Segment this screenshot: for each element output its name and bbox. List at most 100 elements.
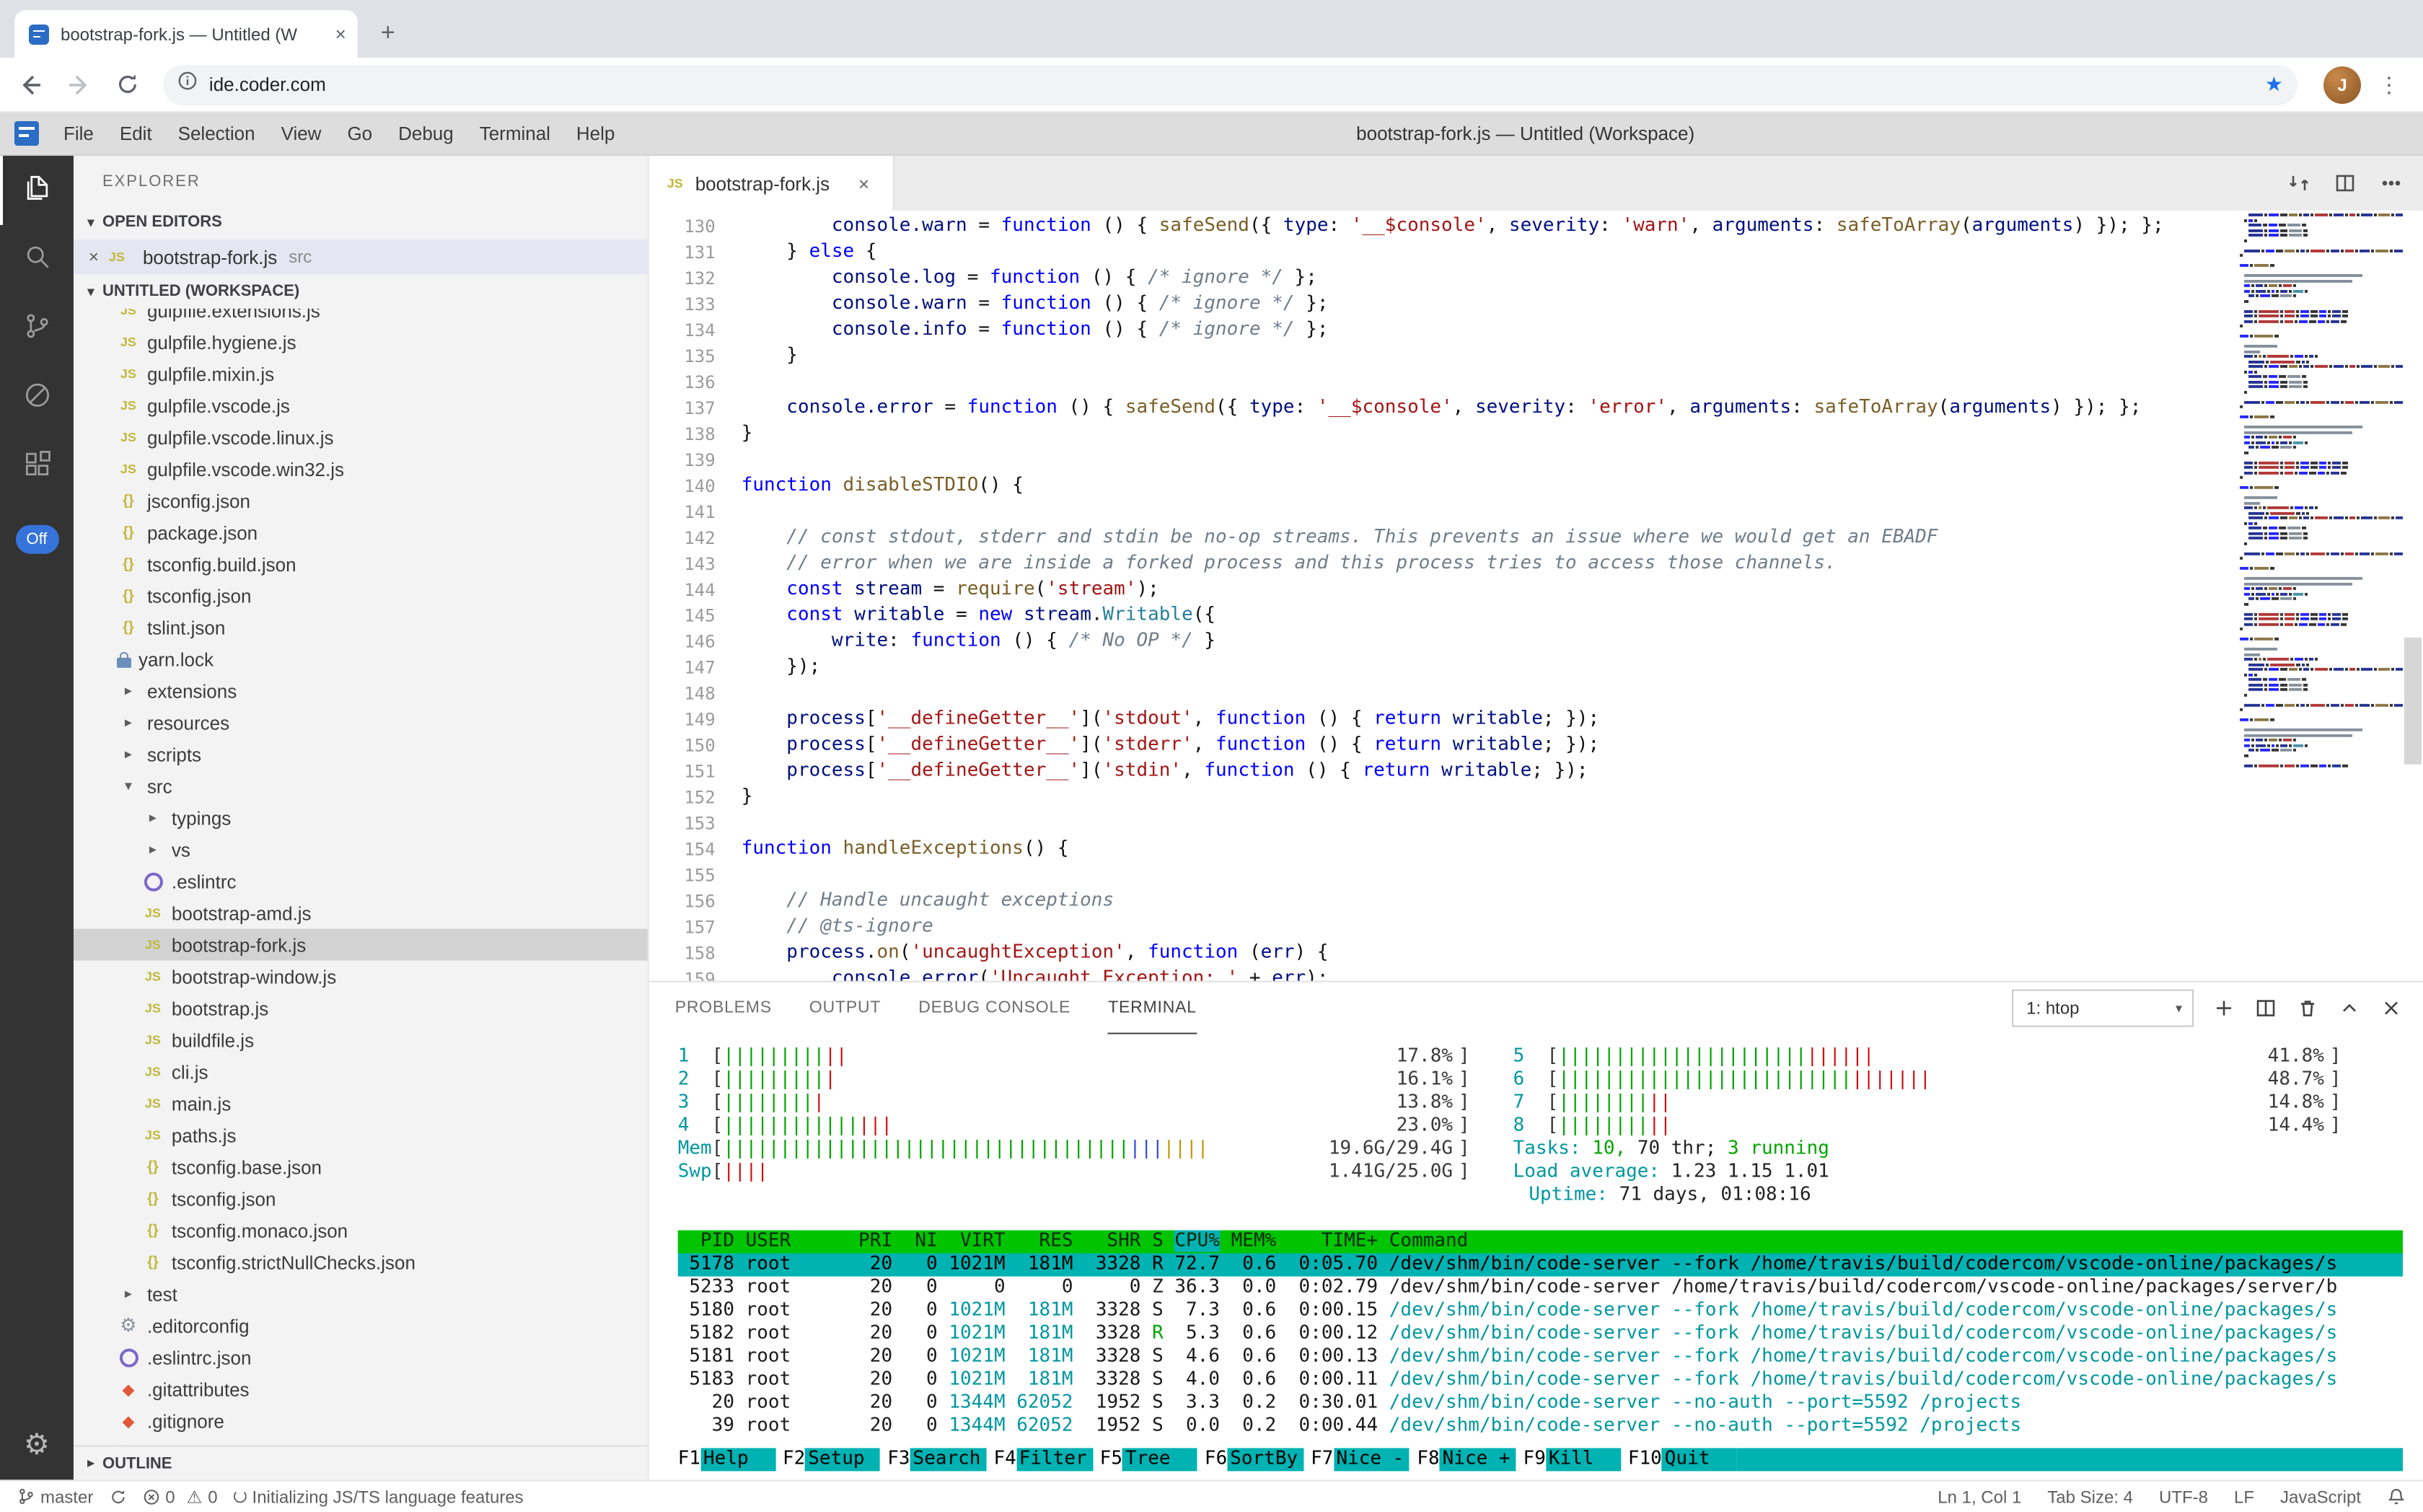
activity-search[interactable] <box>0 225 74 294</box>
close-icon[interactable]: × <box>335 23 346 45</box>
panel-tab-problems[interactable]: PROBLEMS <box>675 983 772 1034</box>
tree-item-.gitignore[interactable]: .gitignore <box>74 1405 648 1436</box>
tree-item-cli.js[interactable]: cli.js <box>74 1056 648 1088</box>
open-editors-header[interactable]: ▾ OPEN EDITORS <box>74 205 648 239</box>
tree-item-paths.js[interactable]: paths.js <box>74 1120 648 1151</box>
git-branch-item[interactable]: master <box>17 1486 93 1506</box>
tree-item-gulpfile.mixin.js[interactable]: gulpfile.mixin.js <box>74 358 648 390</box>
tree-item-gulpfile.vscode.win32.js[interactable]: gulpfile.vscode.win32.js <box>74 453 648 485</box>
split-terminal-icon[interactable] <box>2254 997 2277 1020</box>
activity-debug[interactable] <box>0 364 74 433</box>
browser-menu-icon[interactable]: ⋮ <box>2373 71 2406 97</box>
editor-scrollbar[interactable] <box>2403 211 2423 981</box>
menu-help[interactable]: Help <box>563 122 628 144</box>
tree-item-tslint.json[interactable]: tslint.json <box>74 612 648 643</box>
fkey-f2[interactable]: F2 <box>775 1448 805 1471</box>
tree-item-gulpfile.hygiene.js[interactable]: gulpfile.hygiene.js <box>74 326 648 358</box>
menu-go[interactable]: Go <box>334 122 385 144</box>
menu-view[interactable]: View <box>268 122 335 144</box>
code-area[interactable]: 130 console.warn = function () { safeSen… <box>649 211 2240 981</box>
tree-item-bootstrap.js[interactable]: bootstrap.js <box>74 993 648 1024</box>
gear-icon[interactable]: ⚙ <box>24 1426 50 1462</box>
tree-item-vs[interactable]: ▸vs <box>74 834 648 866</box>
tree-item-package.json[interactable]: package.json <box>74 517 648 548</box>
tree-item-gulpfile.extensions.js[interactable]: gulpfile.extensions.js <box>74 309 648 326</box>
tree-item-src[interactable]: ▾src <box>74 770 648 802</box>
panel-tab-debug-console[interactable]: DEBUG CONSOLE <box>918 983 1070 1034</box>
tree-item-main.js[interactable]: main.js <box>74 1088 648 1120</box>
forward-icon[interactable] <box>66 71 92 97</box>
tree-item-tsconfig.base.json[interactable]: tsconfig.base.json <box>74 1151 648 1183</box>
tree-item-gulpfile.vscode.js[interactable]: gulpfile.vscode.js <box>74 390 648 421</box>
scrollbar-thumb[interactable] <box>2404 638 2422 765</box>
menu-terminal[interactable]: Terminal <box>467 122 563 144</box>
more-actions-icon[interactable] <box>2380 172 2403 195</box>
tree-item-.eslintrc[interactable]: .eslintrc <box>74 866 648 897</box>
fkey-f8[interactable]: F8 <box>1410 1448 1439 1471</box>
fkey-f7[interactable]: F7 <box>1303 1448 1333 1471</box>
htop-process-row-20[interactable]: 20 root 20 0 1344M 62052 1952 S 3.3 0.2 … <box>678 1392 2423 1415</box>
reload-icon[interactable] <box>115 72 140 97</box>
activity-source-control[interactable] <box>0 294 74 364</box>
close-icon[interactable]: × <box>858 172 869 194</box>
tree-item-bootstrap-amd.js[interactable]: bootstrap-amd.js <box>74 897 648 929</box>
chevron-up-icon[interactable] <box>2338 997 2361 1020</box>
plus-icon[interactable] <box>2212 997 2235 1020</box>
tree-item-scripts[interactable]: ▸scripts <box>74 739 648 770</box>
tree-item-extensions[interactable]: ▸extensions <box>74 675 648 707</box>
tree-item-tsconfig.strictNullChecks.json[interactable]: tsconfig.strictNullChecks.json <box>74 1246 648 1278</box>
sync-icon[interactable] <box>109 1487 126 1505</box>
minimap[interactable] <box>2240 211 2403 981</box>
code-editor[interactable]: 130 console.warn = function () { safeSen… <box>649 211 2423 981</box>
fkey-f4[interactable]: F4 <box>986 1448 1016 1471</box>
eol[interactable]: LF <box>2234 1486 2254 1506</box>
fkey-f10[interactable]: F10 <box>1621 1448 1662 1471</box>
tree-item-bootstrap-window.js[interactable]: bootstrap-window.js <box>74 961 648 993</box>
tab-size[interactable]: Tab Size: 4 <box>2047 1486 2133 1506</box>
menu-debug[interactable]: Debug <box>385 122 467 144</box>
fkey-f5[interactable]: F5 <box>1093 1448 1122 1471</box>
menu-edit[interactable]: Edit <box>107 122 165 144</box>
htop-process-row-5181[interactable]: 5181 root 20 0 1021M 181M 3328 S 4.6 0.6… <box>678 1345 2423 1368</box>
tree-item-yarn.lock[interactable]: yarn.lock <box>74 643 648 675</box>
terminal-picker[interactable]: 1: htop ▾ <box>2012 990 2194 1027</box>
htop-process-row-5182[interactable]: 5182 root 20 0 1021M 181M 3328 R 5.3 0.6… <box>678 1322 2423 1345</box>
htop-process-row-5183[interactable]: 5183 root 20 0 1021M 181M 3328 S 4.0 0.6… <box>678 1368 2423 1392</box>
address-bar[interactable]: ide.coder.com ★ <box>163 64 2297 105</box>
tree-item-tsconfig.json[interactable]: tsconfig.json <box>74 580 648 612</box>
activity-explorer[interactable] <box>0 156 74 225</box>
tree-item-buildfile.js[interactable]: buildfile.js <box>74 1024 648 1056</box>
terminal[interactable]: 1 [|||||||||||17.8%]5 [|||||||||||||||||… <box>649 1034 2423 1480</box>
tree-item-tsconfig.build.json[interactable]: tsconfig.build.json <box>74 548 648 580</box>
avatar[interactable]: J <box>2323 66 2361 103</box>
close-icon[interactable] <box>2380 997 2403 1020</box>
panel-tab-output[interactable]: OUTPUT <box>809 983 881 1034</box>
problems-item[interactable]: 0 ⚠ 0 <box>142 1486 217 1506</box>
tree-item-typings[interactable]: ▸typings <box>74 802 648 834</box>
htop-process-row-5233[interactable]: 5233 root 20 0 0 0 0 Z 36.3 0.0 0:02.79 … <box>678 1276 2423 1299</box>
fkey-f6[interactable]: F6 <box>1197 1448 1227 1471</box>
tree-item-resources[interactable]: ▸resources <box>74 707 648 739</box>
cursor-position[interactable]: Ln 1, Col 1 <box>1938 1486 2021 1506</box>
htop-process-row-39[interactable]: 39 root 20 0 1344M 62052 1952 S 0.0 0.2 … <box>678 1415 2423 1438</box>
status-badge[interactable]: Off <box>15 525 58 554</box>
tree-item-.eslintrc.json[interactable]: .eslintrc.json <box>74 1341 648 1373</box>
fkey-f1[interactable]: F1 <box>678 1448 700 1471</box>
tree-item-tsconfig.monaco.json[interactable]: tsconfig.monaco.json <box>74 1214 648 1246</box>
htop-process-row-5178[interactable]: 5178 root 20 0 1021M 181M 3328 R 72.7 0.… <box>678 1253 2403 1276</box>
open-changes-icon[interactable] <box>2287 172 2310 195</box>
back-icon[interactable] <box>17 71 43 97</box>
open-editor-item[interactable]: × bootstrap-fork.js src <box>74 239 648 274</box>
language-mode[interactable]: JavaScript <box>2280 1486 2361 1506</box>
trash-icon[interactable] <box>2296 997 2319 1020</box>
close-icon[interactable]: × <box>82 247 105 267</box>
fkey-f3[interactable]: F3 <box>880 1448 910 1471</box>
encoding[interactable]: UTF-8 <box>2159 1486 2208 1506</box>
language-status-item[interactable]: Initializing JS/TS language features <box>234 1486 524 1506</box>
tree-item-bootstrap-fork.js[interactable]: bootstrap-fork.js <box>74 929 648 961</box>
tree-item-.mention-bot[interactable]: .mention-bot <box>74 1436 648 1445</box>
activity-extensions[interactable] <box>0 433 74 502</box>
url-text[interactable]: ide.coder.com <box>209 74 326 95</box>
new-tab-button[interactable]: + <box>369 14 407 52</box>
workspace-header[interactable]: ▾ UNTITLED (WORKSPACE) <box>74 274 648 309</box>
